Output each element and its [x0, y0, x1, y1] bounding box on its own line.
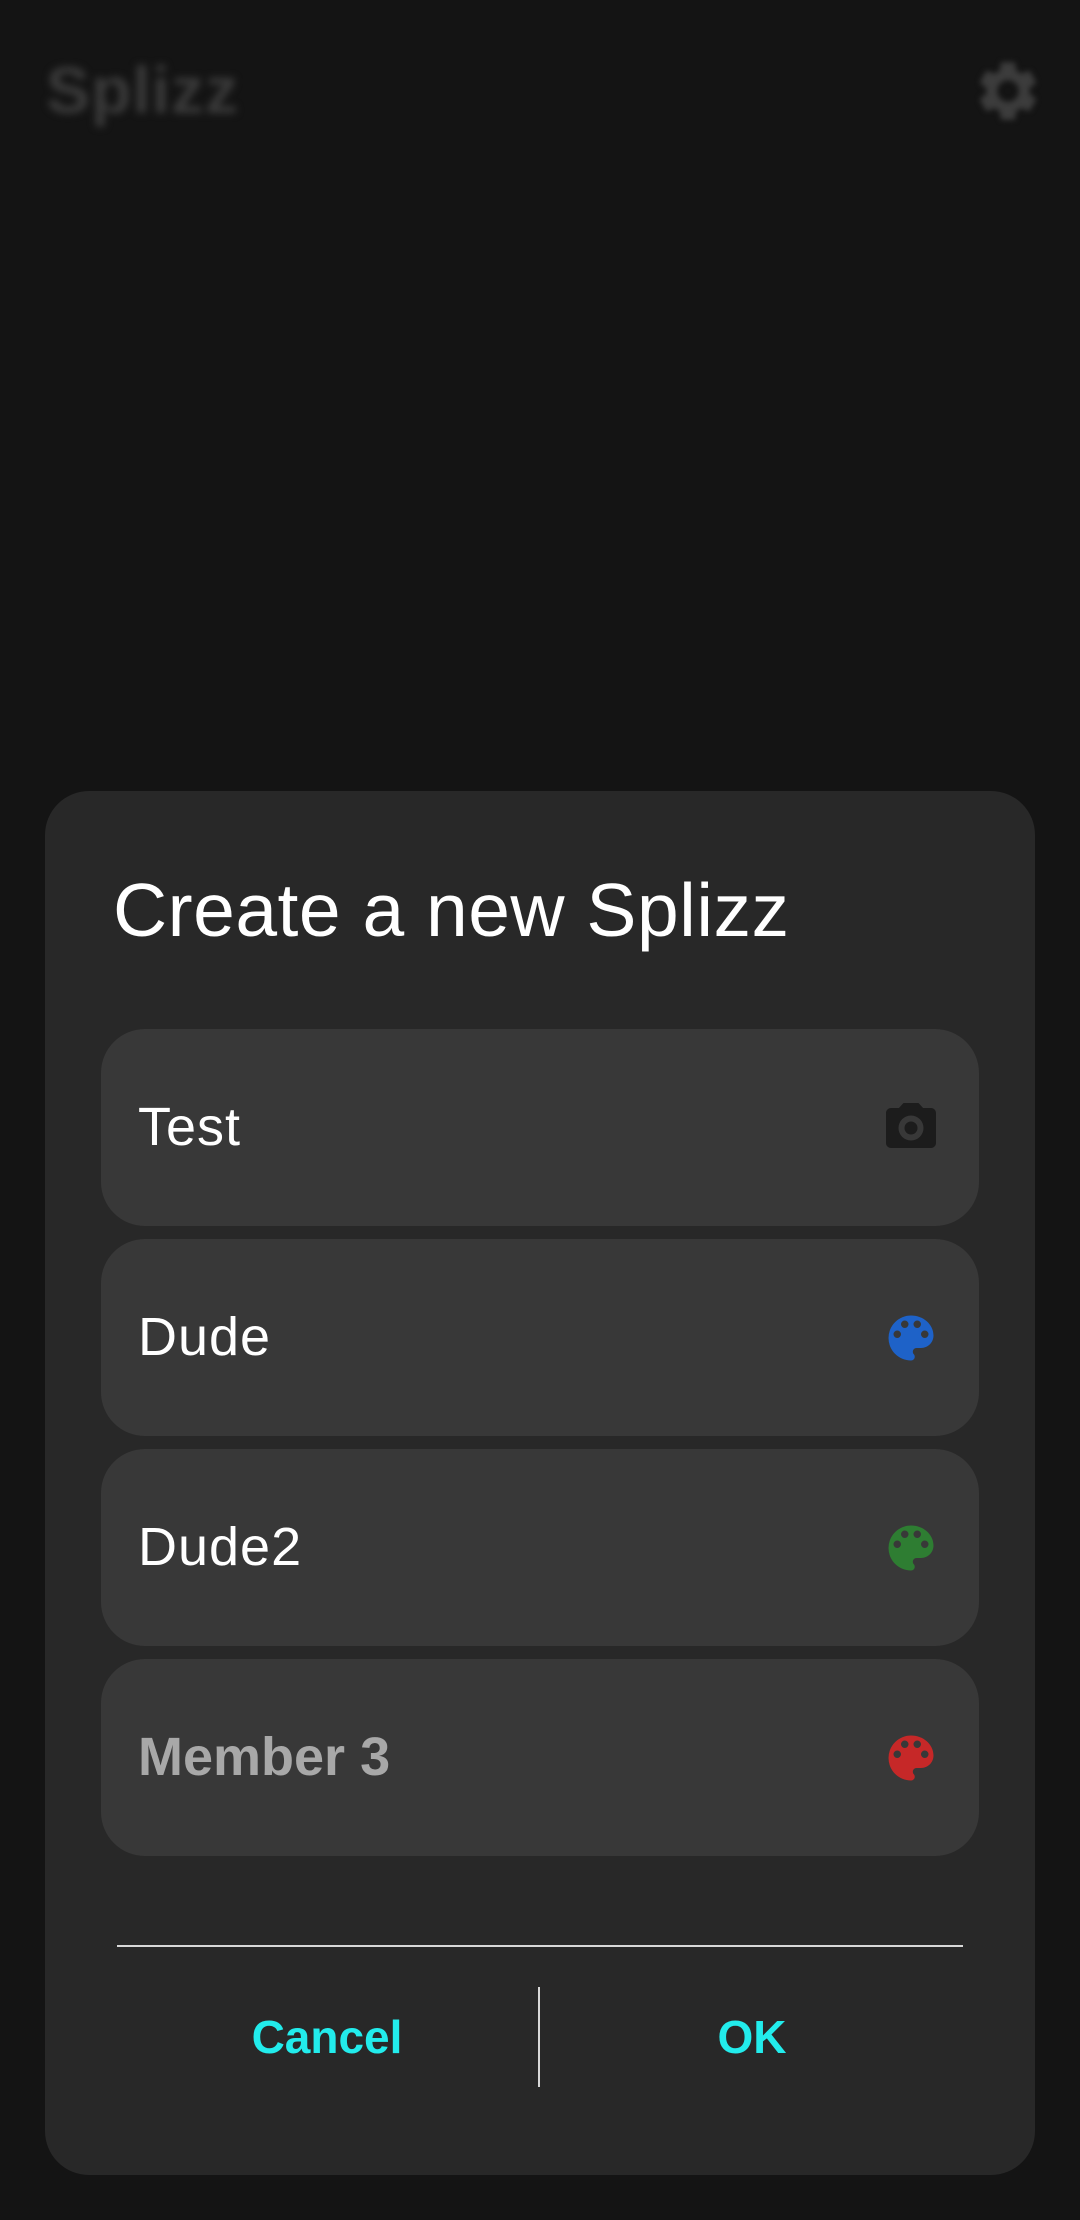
button-separator [538, 1987, 540, 2087]
app-bar: Splizz [0, 0, 1080, 180]
color-picker-button-2[interactable] [881, 1518, 941, 1578]
color-picker-button-3[interactable] [881, 1728, 941, 1788]
cancel-button[interactable]: Cancel [117, 1987, 537, 2087]
camera-button[interactable] [881, 1098, 941, 1158]
color-picker-button-1[interactable] [881, 1308, 941, 1368]
dialog-title: Create a new Splizz [113, 868, 790, 952]
splizz-name-value: Test [138, 1097, 242, 1157]
app-title: Splizz [46, 53, 240, 127]
member-name-2: Dude2 [138, 1517, 303, 1577]
palette-icon [888, 1525, 934, 1571]
actions-divider [117, 1945, 963, 1947]
member-field-3[interactable]: Member 3 [101, 1659, 979, 1856]
camera-icon [886, 1103, 936, 1148]
create-splizz-dialog: Create a new Splizz Test Dude Dude2 Memb… [45, 791, 1035, 2175]
settings-button[interactable] [972, 55, 1044, 127]
gear-icon [979, 62, 1037, 120]
member-field-1[interactable]: Dude [101, 1239, 979, 1436]
member-name-1: Dude [138, 1307, 272, 1367]
member-field-2[interactable]: Dude2 [101, 1449, 979, 1646]
palette-icon [888, 1735, 934, 1781]
member-name-3-placeholder: Member 3 [138, 1727, 391, 1787]
ok-button[interactable]: OK [541, 1987, 963, 2087]
palette-icon [888, 1315, 934, 1361]
splizz-name-field[interactable]: Test [101, 1029, 979, 1226]
